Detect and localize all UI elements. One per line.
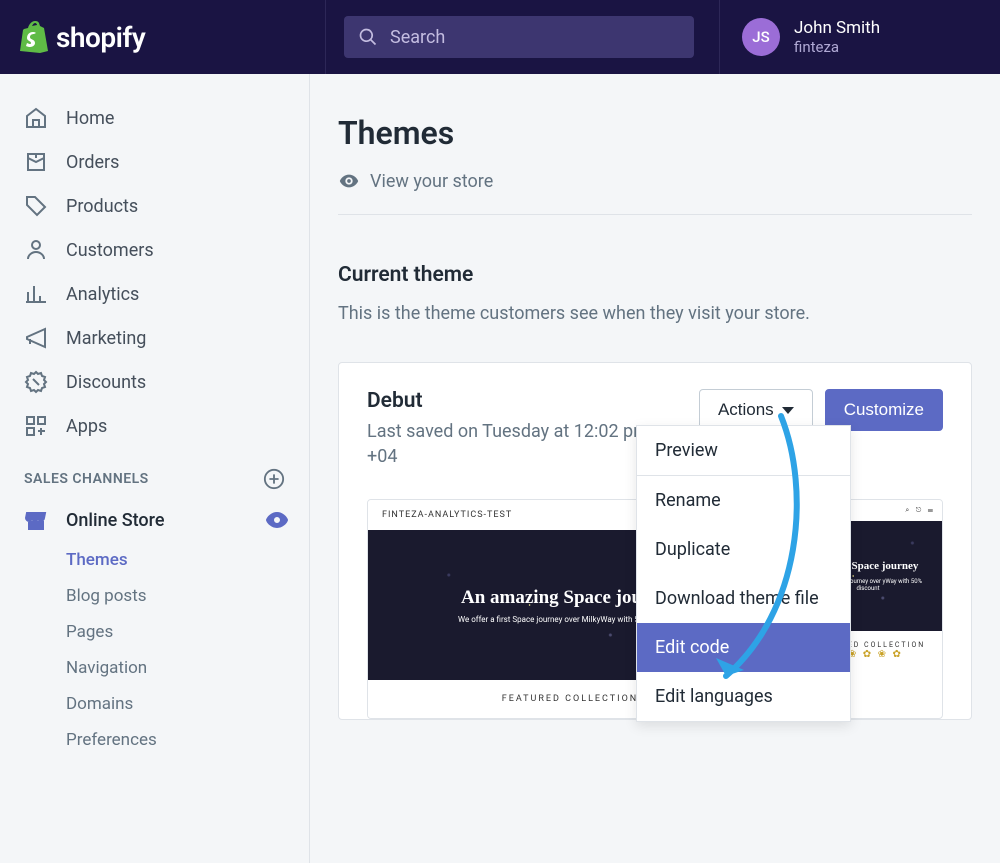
sidebar-item-label: Customers	[66, 240, 154, 261]
chevron-down-icon	[782, 407, 794, 414]
brand-text: shopify	[56, 21, 145, 54]
products-icon	[24, 194, 48, 218]
theme-saved-timestamp: Last saved on Tuesday at 12:02 pm +04	[367, 419, 667, 469]
sidebar-item-home[interactable]: Home	[0, 96, 309, 140]
subnav-pages[interactable]: Pages	[66, 614, 309, 650]
subnav: Themes Blog posts Pages Navigation Domai…	[0, 542, 309, 758]
analytics-icon	[24, 282, 48, 306]
subnav-navigation[interactable]: Navigation	[66, 650, 309, 686]
eye-icon	[338, 170, 360, 192]
theme-card: Debut Last saved on Tuesday at 12:02 pm …	[338, 362, 972, 720]
header: shopify Search JS John Smith finteza	[0, 0, 1000, 74]
dropdown-edit-code[interactable]: Edit code	[637, 623, 850, 672]
sidebar-item-discounts[interactable]: Discounts	[0, 360, 309, 404]
theme-name: Debut	[367, 389, 699, 413]
dropdown-edit-languages[interactable]: Edit languages	[637, 672, 850, 721]
view-store-icon[interactable]	[265, 508, 289, 532]
search-section: Search	[325, 0, 720, 74]
sidebar-item-analytics[interactable]: Analytics	[0, 272, 309, 316]
sidebar-item-label: Marketing	[66, 328, 146, 349]
sidebar-item-apps[interactable]: Apps	[0, 404, 309, 448]
sidebar-item-label: Orders	[66, 152, 119, 173]
orders-icon	[24, 150, 48, 174]
store-icon	[24, 508, 48, 532]
sidebar-item-products[interactable]: Products	[0, 184, 309, 228]
user-name: John Smith	[794, 18, 880, 38]
sidebar-item-marketing[interactable]: Marketing	[0, 316, 309, 360]
marketing-icon	[24, 326, 48, 350]
search-input[interactable]: Search	[344, 16, 694, 58]
dropdown-preview[interactable]: Preview	[637, 426, 850, 475]
sidebar-section-label: SALES CHANNELS	[0, 448, 309, 498]
subnav-domains[interactable]: Domains	[66, 686, 309, 722]
sidebar-item-label: Discounts	[66, 372, 146, 393]
sidebar-item-online-store[interactable]: Online Store	[0, 498, 309, 542]
sidebar-item-label: Products	[66, 196, 138, 217]
page-title: Themes	[338, 114, 972, 152]
actions-dropdown: Preview Rename Duplicate Download theme …	[636, 425, 851, 722]
sidebar: Home Orders Products Customers Analytics…	[0, 74, 310, 863]
search-icon	[358, 27, 378, 47]
sidebar-item-label: Home	[66, 108, 114, 129]
main-content: Themes View your store Current theme Thi…	[310, 74, 1000, 863]
apps-icon	[24, 414, 48, 438]
avatar: JS	[742, 18, 780, 56]
discounts-icon	[24, 370, 48, 394]
dropdown-download[interactable]: Download theme file	[637, 574, 850, 623]
sidebar-item-customers[interactable]: Customers	[0, 228, 309, 272]
sidebar-item-label: Online Store	[66, 510, 164, 531]
view-your-store-link[interactable]: View your store	[338, 170, 972, 215]
dropdown-duplicate[interactable]: Duplicate	[637, 525, 850, 574]
subnav-preferences[interactable]: Preferences	[66, 722, 309, 758]
home-icon	[24, 106, 48, 130]
customers-icon	[24, 238, 48, 262]
subnav-blog-posts[interactable]: Blog posts	[66, 578, 309, 614]
sidebar-item-label: Analytics	[66, 284, 139, 305]
user-menu[interactable]: JS John Smith finteza	[720, 18, 1000, 56]
dropdown-rename[interactable]: Rename	[637, 476, 850, 525]
subnav-themes[interactable]: Themes	[66, 542, 309, 578]
search-placeholder: Search	[390, 27, 445, 48]
user-subtitle: finteza	[794, 38, 880, 56]
current-theme-desc: This is the theme customers see when the…	[338, 303, 972, 324]
logo[interactable]: shopify	[0, 21, 325, 54]
current-theme-heading: Current theme	[338, 263, 972, 287]
add-channel-icon[interactable]	[263, 468, 285, 490]
shopify-bag-icon	[20, 21, 48, 53]
user-info: John Smith finteza	[794, 18, 880, 56]
sidebar-item-orders[interactable]: Orders	[0, 140, 309, 184]
sidebar-item-label: Apps	[66, 416, 107, 437]
